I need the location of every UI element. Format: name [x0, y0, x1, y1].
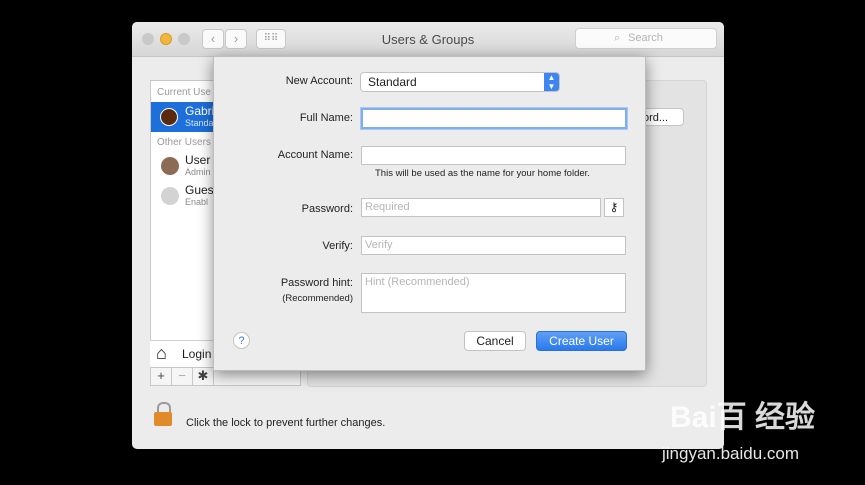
- user-role: Admin: [185, 167, 211, 177]
- full-name-field[interactable]: [361, 108, 627, 129]
- create-user-button[interactable]: Create User: [536, 331, 627, 351]
- search-placeholder: Search: [628, 32, 663, 44]
- verify-field[interactable]: Verify: [361, 236, 626, 255]
- cancel-button[interactable]: Cancel: [464, 331, 526, 351]
- baidu-watermark-logo: Bai百 经验: [670, 401, 816, 434]
- password-assistant-button[interactable]: ⚷: [604, 198, 624, 217]
- verify-label: Verify:: [322, 240, 353, 252]
- full-name-label: Full Name:: [299, 112, 353, 124]
- guest-avatar-icon: [161, 187, 179, 205]
- user-name: Gabri: [185, 104, 215, 118]
- password-hint-label: Password hint:: [280, 277, 353, 289]
- account-name-field[interactable]: [361, 146, 626, 165]
- remove-user-button[interactable]: −: [172, 368, 193, 385]
- new-account-label: New Account:: [285, 75, 353, 87]
- login-options-label: Login: [182, 347, 212, 361]
- current-users-heading: Current Use: [157, 87, 211, 98]
- password-label: Password:: [301, 203, 353, 215]
- user-role: Enabl: [185, 197, 209, 207]
- other-users-heading: Other Users: [157, 137, 211, 148]
- password-field[interactable]: Required: [361, 198, 601, 217]
- search-icon: ⌕: [614, 32, 621, 44]
- account-name-hint: This will be used as the name for your h…: [375, 168, 590, 179]
- user-role: Standa: [185, 118, 214, 128]
- title-bar: ‹ › ⠿⠿ Users & Groups ⌕ Search: [132, 22, 724, 57]
- help-button[interactable]: ?: [233, 332, 250, 349]
- house-icon: ⌂: [156, 343, 167, 363]
- key-icon: ⚷: [609, 200, 619, 214]
- new-account-sheet: New Account: Standard ▲ ▼ Full Name: Acco…: [213, 56, 646, 371]
- add-user-button[interactable]: +: [151, 368, 172, 385]
- search-input[interactable]: ⌕ Search: [575, 28, 717, 49]
- gear-icon[interactable]: ✱: [193, 368, 214, 385]
- user-name: Gues: [185, 183, 214, 197]
- lock-message: Click the lock to prevent further change…: [186, 417, 386, 429]
- password-hint-field[interactable]: Hint (Recommended): [361, 273, 626, 313]
- updown-arrows-icon: ▲ ▼: [544, 73, 559, 91]
- account-type-select[interactable]: Standard ▲ ▼: [360, 72, 560, 92]
- avatar: [160, 108, 178, 126]
- password-hint-sublabel: (Recommended): [282, 293, 353, 304]
- lock-icon[interactable]: [154, 402, 172, 426]
- user-name: User: [185, 153, 211, 167]
- account-name-label: Account Name:: [277, 149, 353, 161]
- watermark-url: jingyan.baidu.com: [662, 444, 800, 463]
- account-type-value: Standard: [368, 75, 417, 89]
- avatar: [161, 157, 179, 175]
